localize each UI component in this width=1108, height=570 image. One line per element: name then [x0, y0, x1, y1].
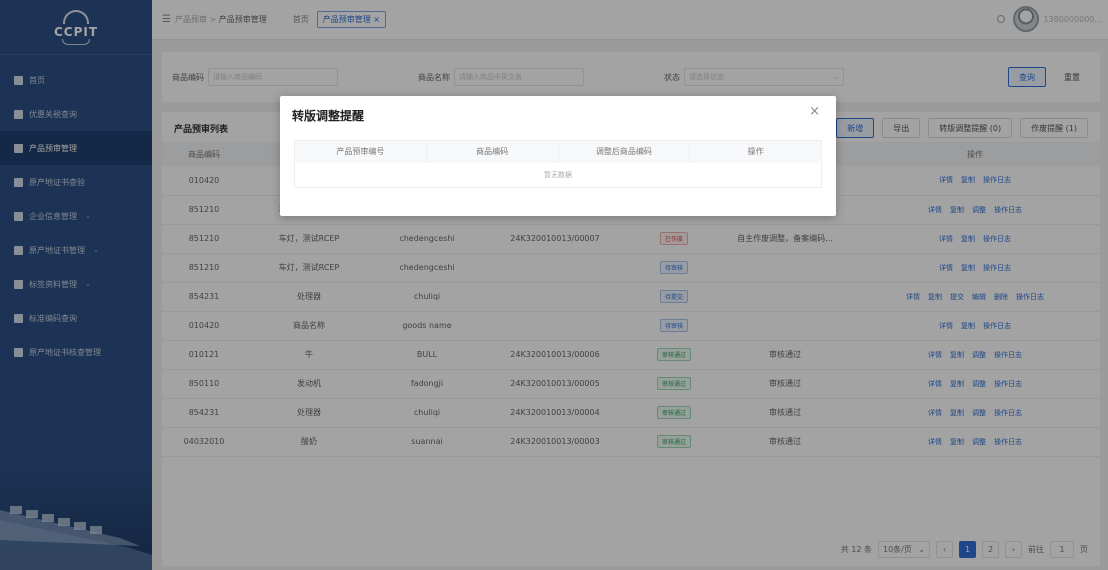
close-icon[interactable]: × — [809, 104, 820, 119]
dialog-title: 转版调整提醒 — [292, 109, 365, 123]
dialog-table-header: 产品预审编号 商品编码 调整后商品编码 操作 — [294, 140, 822, 163]
dialog-table: 产品预审编号 商品编码 调整后商品编码 操作 暂无数据 — [294, 140, 822, 188]
dialog-column-header: 操作 — [689, 140, 822, 163]
dialog-column-header: 商品编码 — [426, 140, 559, 163]
dialog-column-header: 调整后商品编码 — [558, 140, 691, 163]
dialog-column-header: 产品预审编号 — [294, 140, 427, 163]
adjust-reminder-dialog: 转版调整提醒 × 产品预审编号 商品编码 调整后商品编码 操作 暂无数据 — [280, 96, 836, 216]
modal-overlay[interactable] — [0, 0, 1108, 570]
empty-text: 暂无数据 — [544, 170, 572, 179]
